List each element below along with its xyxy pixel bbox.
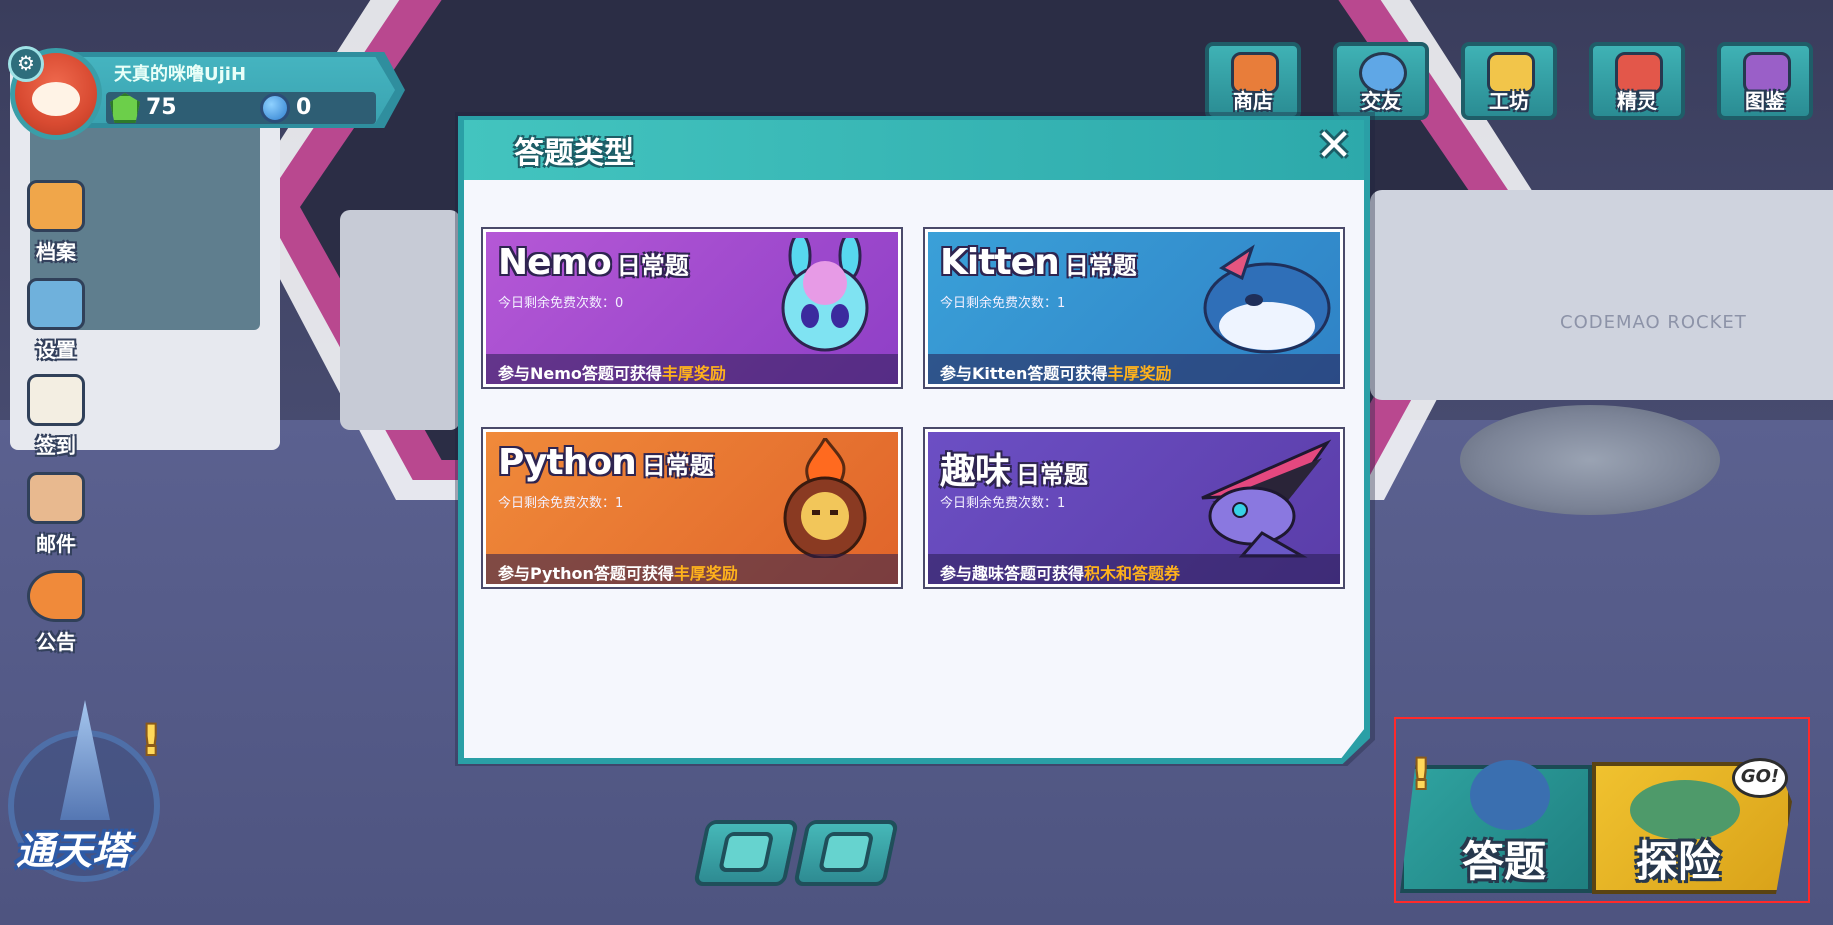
card-reward-highlight: 丰厚奖励 (1107, 364, 1172, 383)
modal-title: 答题类型 (514, 136, 634, 171)
top-item-label: 图鉴 (1745, 89, 1785, 113)
answer-button-label: 答题 (1462, 837, 1547, 886)
quiz-card-nemo[interactable]: Nemo 日常题 今日剩余免费次数：0 参与Nemo答题可获得丰厚奖励 (483, 229, 901, 387)
card-title-name: Nemo (498, 242, 612, 283)
card-title-suffix: 日常题 (1064, 252, 1137, 280)
side-item-announcement[interactable]: 公告 (16, 570, 96, 656)
top-item-frame: 商店 (1205, 42, 1301, 120)
explore-button-label: 探险 (1636, 837, 1721, 886)
whale-mascot-icon (1182, 238, 1332, 358)
go-badge: GO! (1732, 758, 1788, 798)
top-item-pets[interactable]: 精灵 (1589, 42, 1685, 122)
card-quota: 今日剩余免费次数：1 (940, 496, 1066, 511)
top-item-frame: 精灵 (1589, 42, 1685, 120)
scene-launch-pad (1460, 405, 1720, 515)
card-reward-prefix: 参与Kitten答题可获得 (940, 364, 1108, 383)
card-title: 趣味 日常题 (940, 442, 1088, 494)
top-item-frame: 图鉴 (1717, 42, 1813, 120)
quiz-card-python[interactable]: Python 日常题 今日剩余免费次数：1 参与Python答题可获得丰厚奖励 (483, 429, 901, 587)
card-title-name: Python (498, 442, 637, 483)
card-title-suffix: 日常题 (1016, 461, 1089, 489)
coin-count: 0 (296, 95, 312, 120)
answer-alert-icon: ! (1412, 752, 1431, 798)
card-quota: 今日剩余免费次数：1 (940, 296, 1066, 311)
top-item-label: 精灵 (1617, 89, 1657, 113)
coin-icon (260, 93, 290, 123)
card-footer: 参与趣味答题可获得积木和答题券 (928, 554, 1340, 584)
side-item-label: 公告 (36, 630, 76, 654)
avatar-face (32, 82, 80, 116)
top-item-workshop[interactable]: 工坊 (1461, 42, 1557, 122)
gem-count: 75 (146, 95, 177, 120)
card-title-name: 趣味 (940, 451, 1011, 492)
side-item-mail[interactable]: 邮件 (16, 472, 96, 558)
card-reward-prefix: 参与Python答题可获得 (498, 564, 674, 583)
quiz-card-kitten[interactable]: Kitten 日常题 今日剩余免费次数：1 参与Kitten答题可获得丰厚奖励 (925, 229, 1343, 387)
card-reward-prefix: 参与Nemo答题可获得 (498, 364, 662, 383)
card-reward: 参与趣味答题可获得积木和答题券 (940, 560, 1180, 584)
card-reward: 参与Python答题可获得丰厚奖励 (498, 560, 738, 584)
card-reward-prefix: 参与趣味答题可获得 (940, 564, 1085, 583)
card-reward: 参与Nemo答题可获得丰厚奖励 (498, 360, 726, 384)
card-quota: 今日剩余免费次数：0 (498, 296, 624, 311)
megaphone-icon (27, 570, 85, 622)
top-item-shop[interactable]: 商店 (1205, 42, 1301, 122)
player-name: 天真的咪噜UjiH (114, 64, 247, 85)
top-item-label: 交友 (1361, 89, 1401, 113)
cat-mascot-icon (1470, 760, 1550, 830)
card-reward-highlight: 丰厚奖励 (673, 564, 738, 583)
tower-label[interactable]: 通天塔 (16, 820, 130, 875)
switch-cards-icon (817, 832, 875, 872)
side-item-label: 签到 (36, 434, 76, 458)
scene-rocket-panel (1370, 190, 1833, 400)
fire-lion-mascot-icon (740, 435, 890, 560)
side-item-label: 档案 (36, 240, 76, 264)
switch-cards-button[interactable] (792, 820, 900, 886)
card-reward-highlight: 积木和答题券 (1084, 564, 1181, 583)
card-title-suffix: 日常题 (641, 452, 714, 480)
rabbit-mascot-icon (740, 232, 890, 358)
card-title: Nemo 日常题 (498, 242, 689, 283)
scene-console (340, 210, 460, 430)
dragon-mascot-icon (1182, 438, 1332, 558)
top-item-encyclopedia[interactable]: 图鉴 (1717, 42, 1813, 122)
tower-alert-icon: ! (142, 718, 161, 764)
top-item-social[interactable]: 交友 (1333, 42, 1429, 122)
side-item-profile[interactable]: 档案 (16, 180, 96, 266)
card-title: Python 日常题 (498, 442, 714, 483)
quiz-card-fun[interactable]: 趣味 日常题 今日剩余免费次数：1 参与趣味答题可获得积木和答题券 (925, 429, 1343, 587)
side-item-checkin[interactable]: 签到 (16, 374, 96, 460)
mail-icon (27, 472, 85, 524)
card-reward-highlight: 丰厚奖励 (661, 364, 726, 383)
card-footer: 参与Kitten答题可获得丰厚奖励 (928, 354, 1340, 384)
profile-book-icon (27, 180, 85, 232)
card-title-suffix: 日常题 (616, 252, 689, 280)
card-title-name: Kitten (940, 242, 1060, 283)
add-friend-icon (717, 832, 775, 872)
card-footer: 参与Python答题可获得丰厚奖励 (486, 554, 898, 584)
scene-rocket-text: CODEMAO ROCKET (1560, 312, 1747, 333)
card-title: Kitten 日常题 (940, 242, 1137, 283)
top-item-label: 商店 (1233, 89, 1273, 113)
side-item-label: 邮件 (36, 532, 76, 556)
calendar-checkin-icon (27, 374, 85, 426)
top-item-frame: 交友 (1333, 42, 1429, 120)
card-reward: 参与Kitten答题可获得丰厚奖励 (940, 360, 1171, 384)
gear-icon[interactable]: ⚙ (8, 46, 44, 82)
side-item-label: 设置 (36, 338, 76, 362)
close-icon[interactable]: ✕ (1312, 122, 1356, 170)
side-item-settings[interactable]: 设置 (16, 278, 96, 364)
settings-icon (27, 278, 85, 330)
card-quota: 今日剩余免费次数：1 (498, 496, 624, 511)
card-footer: 参与Nemo答题可获得丰厚奖励 (486, 354, 898, 384)
add-friend-button[interactable] (692, 820, 800, 886)
top-item-label: 工坊 (1489, 89, 1529, 113)
top-item-frame: 工坊 (1461, 42, 1557, 120)
